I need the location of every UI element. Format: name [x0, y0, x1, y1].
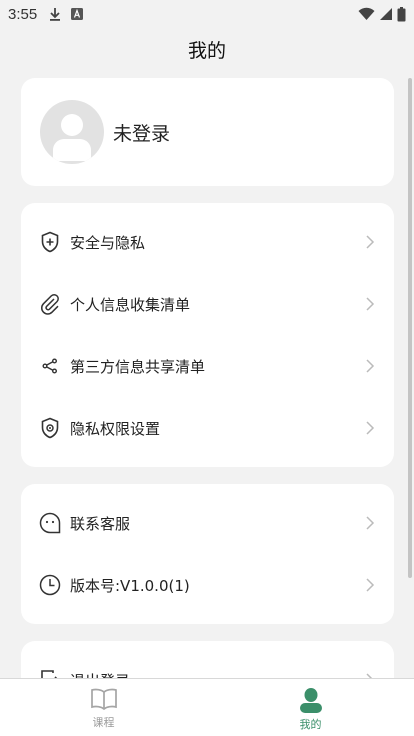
- scrollbar[interactable]: [408, 78, 412, 578]
- shield-gear-icon: [39, 417, 61, 439]
- menu-item-label: 个人信息收集清单: [70, 295, 191, 314]
- chevron-right-icon: [366, 516, 375, 530]
- logout-icon: [39, 669, 61, 678]
- battery-icon: [397, 6, 406, 21]
- menu-item-logout[interactable]: 退出登录: [21, 649, 394, 678]
- wifi-icon: [358, 7, 375, 20]
- tab-mine[interactable]: 我的: [207, 679, 414, 736]
- paperclip-icon: [39, 293, 61, 315]
- menu-item-security-privacy[interactable]: 安全与隐私: [21, 211, 394, 273]
- login-status-label[interactable]: 未登录: [113, 119, 170, 146]
- a-badge-icon: [71, 8, 84, 20]
- menu-item-version[interactable]: 版本号:V1.0.0(1): [21, 554, 394, 616]
- book-icon: [90, 688, 117, 711]
- chevron-right-icon: [366, 421, 375, 435]
- shield-plus-icon: [39, 231, 61, 253]
- chevron-right-icon: [366, 235, 375, 249]
- menu-item-third-party-sharing[interactable]: 第三方信息共享清单: [21, 335, 394, 397]
- privacy-menu-card: 安全与隐私 个人信息收集清单 第三方信息共享清单 隐私权限设置: [21, 203, 394, 467]
- status-bar: 3:55: [0, 0, 414, 28]
- tab-label: 课程: [92, 716, 115, 729]
- tab-label: 我的: [299, 718, 322, 731]
- page-title: 我的: [187, 40, 226, 62]
- menu-item-label: 隐私权限设置: [70, 419, 161, 438]
- menu-item-label: 退出登录: [70, 670, 130, 679]
- menu-item-label: 第三方信息共享清单: [70, 357, 206, 376]
- content-scroll-area[interactable]: 未登录 安全与隐私 个人信息收集清单 第三方信息共享清单 隐私权限设置 联系客服…: [0, 70, 414, 678]
- status-time: 3:55: [8, 5, 38, 23]
- menu-item-label: 安全与隐私: [70, 233, 146, 252]
- tab-courses[interactable]: 课程: [0, 679, 207, 736]
- chevron-right-icon: [366, 578, 375, 592]
- avatar[interactable]: [40, 100, 104, 164]
- signal-icon: [380, 8, 392, 20]
- person-icon: [299, 688, 322, 713]
- chevron-right-icon: [366, 359, 375, 373]
- download-icon: [50, 8, 61, 21]
- menu-item-contact-support[interactable]: 联系客服: [21, 492, 394, 554]
- menu-item-label: 联系客服: [70, 514, 131, 533]
- chevron-right-icon: [366, 297, 375, 311]
- bottom-tab-bar: 课程 我的: [0, 678, 414, 736]
- menu-item-label: 版本号:V1.0.0(1): [70, 576, 190, 595]
- share-icon: [39, 355, 61, 377]
- support-menu-card: 联系客服 版本号:V1.0.0(1): [21, 484, 394, 624]
- logout-menu-card: 退出登录: [21, 641, 394, 678]
- profile-card[interactable]: 未登录: [21, 78, 394, 186]
- clock-icon: [39, 574, 61, 596]
- chat-bubble-icon: [39, 512, 61, 534]
- menu-item-privacy-permissions[interactable]: 隐私权限设置: [21, 397, 394, 459]
- menu-item-personal-info-list[interactable]: 个人信息收集清单: [21, 273, 394, 335]
